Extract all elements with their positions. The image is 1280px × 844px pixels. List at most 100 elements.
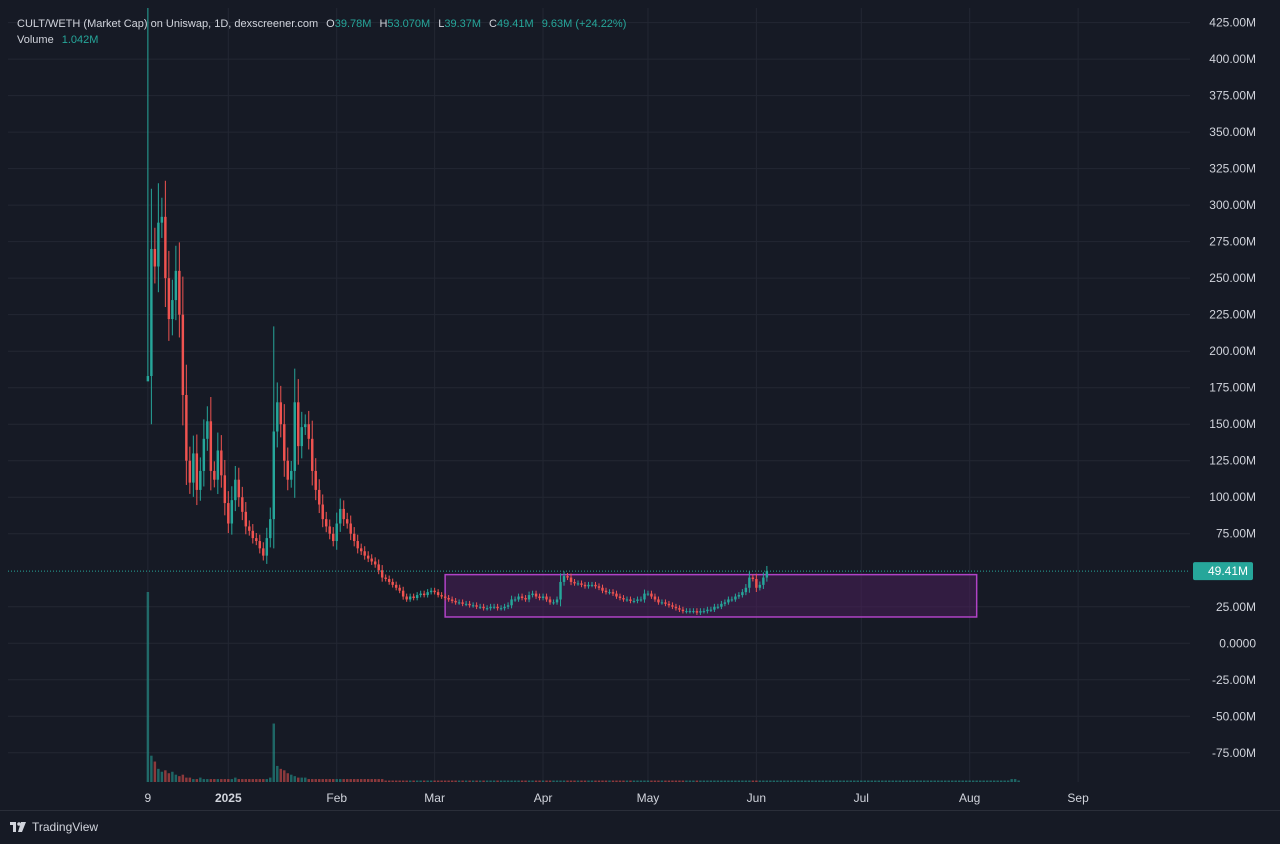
candle-body (478, 606, 482, 608)
volume-bar (328, 779, 331, 782)
volume-bar (608, 780, 611, 782)
candle-body (304, 424, 307, 428)
candle-body (580, 583, 583, 585)
volume-bar (748, 780, 751, 782)
last-price-label: 49.41M (1193, 562, 1253, 581)
volume-bar (206, 779, 209, 782)
last-price-label-text: 49.41M (1208, 564, 1248, 578)
volume-bar (964, 780, 968, 782)
volume-bar (611, 780, 615, 782)
price-tick-label: 425.00M (1209, 16, 1256, 30)
volume-bar (366, 779, 370, 782)
volume-bar (926, 780, 929, 782)
volume-bar (178, 776, 181, 782)
candle-body (237, 479, 241, 498)
volume-bar (786, 780, 790, 782)
volume-bar (321, 779, 324, 782)
volume-bar (755, 780, 758, 782)
candle-body (713, 606, 716, 610)
volume-bar (401, 780, 405, 782)
candle-body (345, 519, 349, 524)
candle-body (223, 475, 227, 504)
candle-body (286, 460, 289, 480)
volume-bar (716, 780, 720, 782)
candle-body (692, 611, 695, 613)
candle-body (538, 596, 541, 598)
candle-body (730, 599, 734, 601)
candle-body (422, 593, 426, 596)
volume-bar (269, 777, 272, 782)
candle-body (426, 592, 429, 596)
candle-body (248, 526, 251, 531)
volume-bar (482, 780, 485, 782)
volume-bar (957, 780, 961, 782)
candle-body (335, 523, 338, 542)
volume-bar (146, 592, 150, 782)
candle-body (457, 602, 461, 604)
candle-body (587, 584, 590, 587)
volume-label: Volume (17, 34, 54, 46)
legend-row-price: CULT/WETH (Market Cap) on Uniswap, 1D, d… (17, 16, 626, 32)
candle-body (604, 590, 608, 593)
volume-value: 1.042M (61, 34, 99, 46)
price-chart[interactable]: 425.00M 400.00M 375.00M 350.00M 325.00M 300.0… (0, 0, 1280, 810)
volume-bar (398, 780, 401, 782)
price-tick-label: 75.00M (1216, 527, 1256, 541)
candle-body (492, 606, 496, 608)
volume-bar (762, 780, 765, 782)
volume-bar (933, 780, 936, 782)
volume-bar (433, 780, 436, 782)
volume-bar (1010, 779, 1013, 782)
volume-bar (297, 777, 300, 782)
volume-bar (555, 780, 559, 782)
volume-bar (828, 780, 832, 782)
candle-body (408, 596, 412, 600)
volume-bar (318, 779, 321, 782)
candle-body (283, 424, 286, 461)
volume-bar (622, 780, 625, 782)
candle-body (318, 489, 321, 505)
candle-body (524, 597, 527, 600)
volume-bar (888, 780, 891, 782)
volume-bar (730, 780, 734, 782)
price-tick-label: 275.00M (1209, 235, 1256, 249)
volume-bar (982, 780, 985, 782)
candle-body (241, 497, 244, 512)
volume-bar (943, 780, 947, 782)
volume-bar (202, 779, 206, 782)
volume-bar (272, 723, 275, 782)
price-tick-label: 375.00M (1209, 89, 1256, 103)
candle-body (737, 595, 741, 597)
volume-bar (440, 780, 443, 782)
volume-bar (363, 779, 366, 782)
candle-body (157, 222, 160, 267)
volume-bar (153, 761, 157, 782)
volume-bar (258, 779, 262, 782)
volume-bar (276, 765, 279, 782)
volume-bar (769, 780, 772, 782)
volume-bar (580, 780, 583, 782)
candle-body (699, 611, 702, 613)
candle-body (311, 438, 314, 471)
volume-bar (185, 777, 188, 782)
volume-bar (415, 780, 419, 782)
candle-body (146, 376, 150, 382)
candle-body (209, 421, 213, 471)
candle-body (276, 402, 279, 432)
volume-bar (699, 780, 702, 782)
candle-body (206, 421, 209, 439)
candle-body (685, 611, 688, 613)
tradingview-logo[interactable]: TradingView (10, 820, 98, 834)
volume-bar (650, 780, 653, 782)
time-tick-label: Apr (534, 791, 553, 805)
volume-bar (895, 780, 898, 782)
candle-body (573, 581, 576, 584)
price-tick-label: 325.00M (1209, 162, 1256, 176)
candle-body (608, 592, 611, 594)
volume-bar (167, 773, 171, 782)
volume-bar (692, 780, 695, 782)
candle-body (181, 314, 185, 395)
volume-bar (807, 780, 811, 782)
candle-body (188, 460, 192, 483)
volume-bar (576, 780, 580, 782)
